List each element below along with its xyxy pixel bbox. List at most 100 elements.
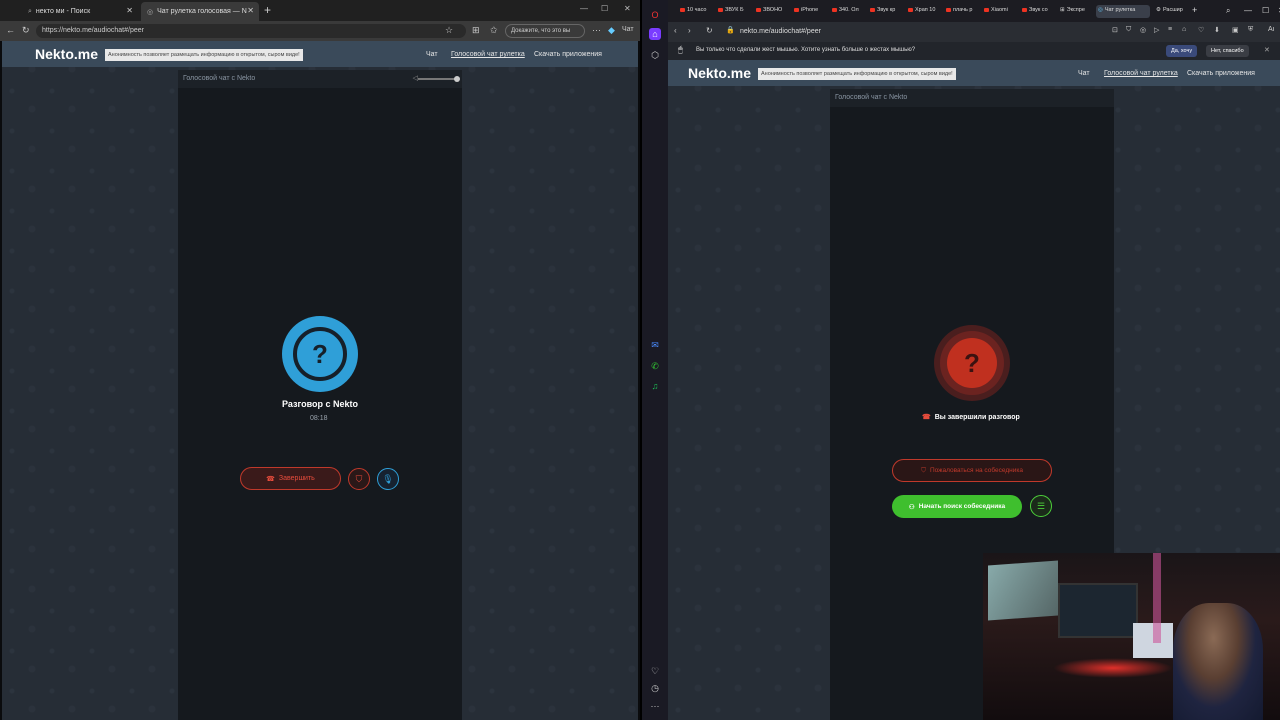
more-icon[interactable]: ···: [592, 25, 601, 35]
monitor-image: [988, 560, 1058, 621]
close-icon[interactable]: ✕: [126, 6, 133, 15]
microphone-button[interactable]: 🎙: [377, 468, 399, 490]
tab-search[interactable]: ⌕ некто ми - Поиск ✕: [22, 2, 138, 21]
tab-label: ЗВУК Б: [725, 7, 744, 13]
call-ended-status: ☎ Вы завершили разговор: [922, 413, 1020, 421]
tab-item[interactable]: Xiaomi: [982, 5, 1016, 18]
site-logo[interactable]: Nekto.me: [35, 46, 98, 62]
copilot-label[interactable]: Чат: [622, 26, 634, 33]
left-browser-window: ⌕ некто ми - Поиск ✕ ◎ Чат рулетка голос…: [0, 0, 640, 720]
tab-item[interactable]: Храп 10: [906, 5, 940, 18]
tab-label: Xiaomi: [991, 7, 1008, 13]
opera-logo-icon[interactable]: O: [649, 9, 661, 21]
messenger-icon[interactable]: ✉: [649, 339, 661, 351]
search-icon[interactable]: ⌕: [1224, 4, 1236, 17]
play-icon[interactable]: ▷: [1154, 26, 1159, 34]
site-logo[interactable]: Nekto.me: [688, 65, 751, 81]
search-settings-button[interactable]: ☰: [1030, 495, 1052, 517]
back-icon[interactable]: ←: [6, 25, 15, 35]
nav-voice-chat-link[interactable]: Голосовой чат рулетка: [451, 51, 525, 58]
url-field[interactable]: nekto.me/audiochat#/peer: [740, 28, 821, 35]
spotify-icon[interactable]: ♫: [649, 380, 661, 392]
question-mark-icon: ?: [293, 327, 347, 381]
opera-tab-strip: 10 часо ЗВУК Б ЗВОНО iPhone 340. Ол Звук…: [668, 0, 1280, 22]
gesture-info-bar: 🖱 Вы только что сделали жест мышью. Хоти…: [668, 42, 1280, 60]
tab-item[interactable]: iPhone: [792, 5, 826, 18]
light-image: [1153, 553, 1161, 643]
reload-icon[interactable]: ↻: [706, 26, 713, 35]
tab-item[interactable]: плачь р: [944, 5, 978, 18]
globe-icon: ◎: [1098, 7, 1103, 13]
whatsapp-icon[interactable]: ✆: [649, 360, 661, 372]
heart-icon[interactable]: ♡: [649, 665, 661, 677]
url-field[interactable]: https://nekto.me/audiochat#/peer: [36, 24, 466, 38]
opera-sidebar: O ⌂ ⬡ ✉ ✆ ♫ ♡ ◷ ···: [642, 0, 668, 720]
profile-button[interactable]: Докажите, что это вы: [505, 24, 585, 38]
wallet-icon[interactable]: ▣: [1232, 26, 1239, 34]
extensions-icon[interactable]: ⊞: [472, 25, 480, 36]
tab-item[interactable]: ЗВОНО: [754, 5, 788, 18]
nekto-site-left: Nekto.me Анонимность позволяет размещать…: [2, 41, 638, 720]
reload-icon[interactable]: ↻: [22, 25, 30, 36]
chat-column: Голосовой чат с Nekto ◁ ? Разговор с Nek…: [178, 70, 462, 720]
tab-nekto[interactable]: ◎ Чат рулетка голосовая — N ✕: [141, 2, 259, 21]
tab-item[interactable]: 10 часо: [678, 5, 712, 18]
favorites-icon[interactable]: ✩: [490, 25, 498, 36]
end-call-button[interactable]: ☎ Завершить: [240, 467, 341, 490]
maximize-icon[interactable]: ☐: [1260, 4, 1272, 17]
copilot-icon[interactable]: ◆: [608, 25, 615, 36]
heart-icon[interactable]: ♡: [1198, 26, 1204, 34]
info-no-button[interactable]: Нет, спасибо: [1206, 45, 1249, 57]
tab-item-active[interactable]: ◎ Чат рулетка: [1096, 5, 1150, 18]
tab-label: iPhone: [801, 7, 819, 13]
new-tab-button[interactable]: +: [264, 3, 271, 17]
menu-icon[interactable]: ≡: [1168, 26, 1172, 33]
minimize-icon[interactable]: —: [1242, 4, 1254, 17]
window-close-icon[interactable]: ✕: [1276, 4, 1280, 17]
shield-icon[interactable]: ⛉: [1126, 26, 1131, 34]
nav-voice-chat-link[interactable]: Голосовой чат рулетка: [1104, 70, 1178, 77]
tab-item[interactable]: ЗВУК Б: [716, 5, 750, 18]
youtube-icon: [870, 7, 875, 12]
volume-slider[interactable]: [418, 76, 460, 82]
tab-item[interactable]: ⚙ Расшир: [1154, 5, 1188, 18]
camera-icon[interactable]: ⊡: [1112, 26, 1118, 34]
report-peer-button[interactable]: ⛉ Пожаловаться на собеседника: [892, 459, 1052, 482]
tab-label: Чат рулетка голосовая — N: [157, 8, 247, 15]
info-yes-button[interactable]: Да, хочу: [1166, 45, 1198, 57]
tab-item[interactable]: 340. Ол: [830, 5, 864, 18]
nav-apps-link[interactable]: Скачать приложения: [534, 51, 602, 58]
report-shield-button[interactable]: ⛉: [348, 468, 370, 490]
start-search-button[interactable]: ⚇ Начать поиск собеседника: [892, 495, 1022, 518]
maximize-icon[interactable]: ☐: [601, 4, 608, 13]
close-icon[interactable]: ✕: [247, 6, 254, 15]
new-tab-button[interactable]: +: [1190, 3, 1204, 16]
close-icon[interactable]: ✕: [1264, 46, 1270, 54]
easy-setup-icon[interactable]: ⌂: [1182, 26, 1186, 33]
nav-chat-link[interactable]: Чат: [426, 51, 438, 58]
forward-icon[interactable]: ›: [688, 26, 691, 35]
tab-item[interactable]: Звук со: [1020, 5, 1054, 18]
nav-apps-link[interactable]: Скачать приложения: [1187, 70, 1255, 77]
youtube-icon: [756, 7, 761, 12]
youtube-icon: [1022, 7, 1027, 12]
end-call-label: Завершить: [278, 475, 315, 482]
snapshot-icon[interactable]: ◎: [1140, 26, 1146, 34]
window-close-icon[interactable]: ✕: [624, 4, 631, 13]
ai-icon[interactable]: Aı: [1268, 26, 1275, 33]
history-icon[interactable]: ◷: [649, 682, 661, 694]
tab-item[interactable]: Звук кр: [868, 5, 902, 18]
star-icon[interactable]: ☆: [445, 25, 453, 36]
more-icon[interactable]: ···: [649, 700, 661, 712]
streamer-image: [1173, 603, 1263, 720]
back-icon[interactable]: ‹: [674, 26, 677, 35]
speed-dial-icon[interactable]: ⬡: [649, 49, 661, 61]
lock-icon: 🔒: [726, 27, 735, 34]
download-icon[interactable]: ⬇: [1214, 26, 1220, 34]
nav-chat-link[interactable]: Чат: [1078, 70, 1090, 77]
minimize-icon[interactable]: —: [580, 4, 588, 13]
tab-item[interactable]: ⊞ Экспре: [1058, 5, 1092, 18]
home-icon[interactable]: ⌂: [649, 28, 661, 40]
peer-avatar: ?: [282, 316, 358, 392]
vpn-icon[interactable]: ⛨: [1248, 26, 1253, 34]
